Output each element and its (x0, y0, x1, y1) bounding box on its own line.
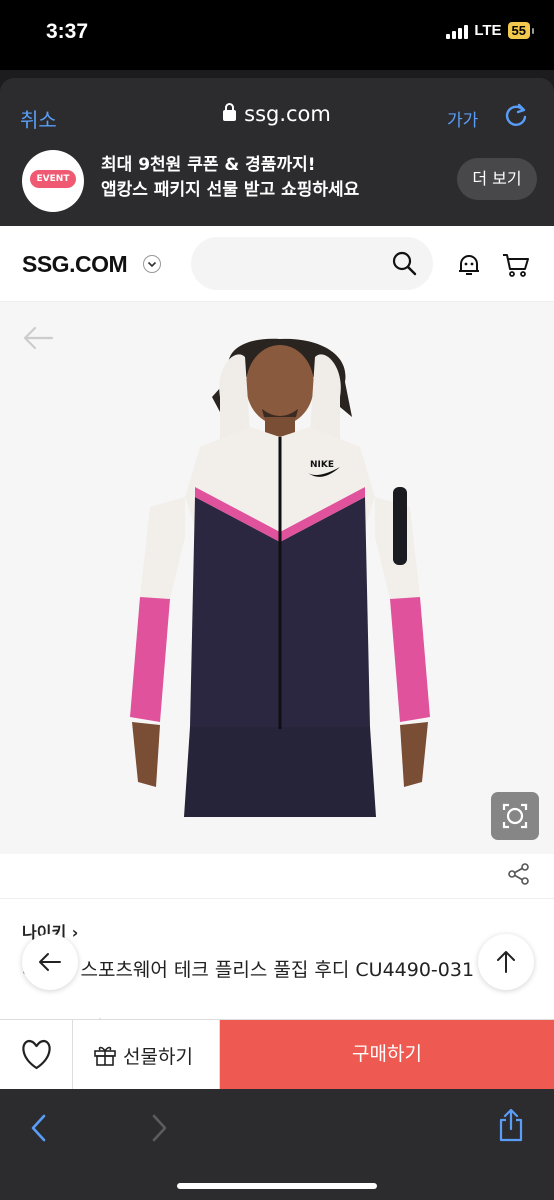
bell-icon[interactable] (456, 252, 482, 278)
search-input[interactable] (191, 237, 433, 290)
wishlist-button[interactable] (0, 1020, 73, 1089)
event-line-2: 앱캉스 패키지 선물 받고 쇼핑하세요 (101, 180, 360, 200)
gift-button[interactable]: 선물하기 (73, 1020, 220, 1089)
product-photo: NIKE (130, 338, 430, 817)
text-size-button[interactable]: 가가 (447, 106, 478, 131)
share-icon[interactable] (507, 862, 531, 886)
arrow-up-icon (497, 951, 515, 973)
more-button[interactable]: 더 보기 (457, 158, 537, 200)
forward-nav-icon[interactable] (148, 1113, 170, 1143)
heart-icon (22, 1039, 51, 1070)
browser-toolbar: 취소 ssg.com 가가 (0, 78, 554, 154)
browser-bottom-toolbar (0, 1089, 554, 1200)
event-banner[interactable]: EVENT 최대 9천원 쿠폰 & 경품까지! 앱캉스 패키지 선물 받고 쇼핑… (0, 150, 554, 226)
status-bar: 3:37 LTE 55 (0, 0, 554, 70)
reload-icon[interactable] (505, 103, 529, 129)
gift-label: 선물하기 (123, 1046, 193, 1068)
event-text: 최대 9천원 쿠폰 & 경품까지! 앱캉스 패키지 선물 받고 쇼핑하세요 (101, 153, 359, 203)
web-page: SSG.COM NIKE 나이키 › 나이키 스포츠웨어 테크 플리스 풀집 후… (0, 226, 554, 1089)
site-logo[interactable]: SSG.COM (22, 251, 128, 278)
back-arrow-icon[interactable] (22, 326, 54, 350)
buy-button[interactable]: 구매하기 (220, 1020, 554, 1089)
search-icon[interactable] (391, 250, 417, 276)
lock-icon (223, 103, 237, 121)
gift-icon (94, 1046, 116, 1066)
share-sheet-icon[interactable] (497, 1107, 525, 1143)
chevron-down-icon[interactable] (143, 255, 161, 273)
camera-lens-icon (502, 803, 528, 829)
address-text: ssg.com (244, 102, 331, 126)
purchase-bar: 선물하기 구매하기 (0, 1019, 554, 1089)
event-pill: EVENT (30, 170, 76, 188)
status-time: 3:37 (46, 20, 89, 43)
svg-text:NIKE: NIKE (310, 460, 334, 470)
arrow-left-icon (39, 953, 61, 971)
divider (0, 898, 554, 899)
cart-icon[interactable] (502, 252, 530, 278)
home-indicator (177, 1183, 377, 1189)
site-header: SSG.COM (0, 226, 554, 302)
network-type: LTE (474, 22, 502, 39)
image-search-button[interactable] (491, 792, 539, 840)
battery-icon: 55 (507, 22, 535, 39)
previous-button[interactable] (22, 934, 78, 990)
status-indicators: LTE 55 (446, 22, 535, 39)
back-nav-icon[interactable] (28, 1113, 50, 1143)
event-line-1: 최대 9천원 쿠폰 & 경품까지! (101, 155, 316, 175)
scroll-top-button[interactable] (478, 934, 534, 990)
event-badge: EVENT (22, 150, 84, 212)
product-image-area: NIKE (0, 302, 554, 854)
product-title: 나이키 스포츠웨어 테크 플리스 풀집 후디 CU4490-031 (22, 959, 475, 981)
signal-icon (446, 23, 469, 39)
